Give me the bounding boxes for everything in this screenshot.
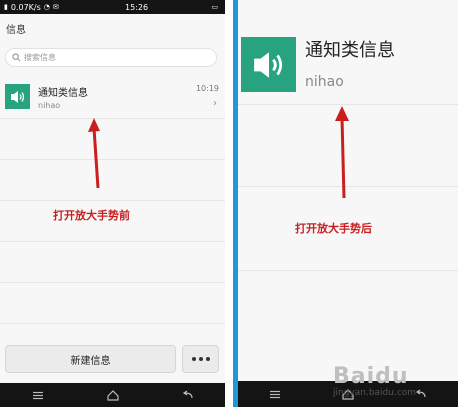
message-title: 通知类信息 (305, 40, 395, 61)
list-row-empty (0, 242, 225, 283)
status-bar: ▮ 0.07K/s ◔ ✉ 15:26 ▭ (0, 0, 225, 14)
search-placeholder: 搜索信息 (24, 53, 56, 62)
message-preview: nihao (305, 74, 344, 90)
network-speed: 0.07K/s (10, 2, 41, 12)
list-row-empty (0, 283, 225, 324)
annotation-caption: 打开放大手势前 (53, 209, 130, 222)
search-icon (12, 53, 21, 62)
page-title: 信息 (6, 24, 26, 36)
wifi-icon: ◔ (43, 3, 50, 11)
message-list: 通知类信息 nihao 10:19 › (0, 76, 225, 324)
message-title: 通知类信息 (38, 88, 88, 99)
more-dots-icon[interactable] (182, 345, 219, 373)
message-item-zoomed[interactable]: 通知类信息 nihao (238, 0, 458, 105)
watermark-url: jingyan.baidu.com (333, 388, 417, 398)
message-item[interactable]: 通知类信息 nihao 10:19 › (0, 76, 225, 119)
speaker-icon (5, 84, 30, 109)
bottom-actions: 新建信息 (5, 345, 219, 373)
zoomed-view: 通知类信息 nihao 打开放大手势后 (238, 0, 458, 381)
back-icon[interactable] (415, 389, 427, 399)
annotation-caption: 打开放大手势后 (295, 222, 372, 235)
home-icon[interactable] (106, 389, 119, 401)
signal-icon: ▮ (4, 3, 8, 11)
annotation-arrow (88, 118, 100, 189)
mail-icon: ✉ (52, 3, 59, 11)
message-time: 10:19 (195, 84, 219, 93)
menu-icon[interactable] (32, 391, 44, 400)
chevron-right-icon: › (213, 98, 217, 109)
list-row-empty (0, 160, 225, 201)
divider (238, 270, 458, 271)
watermark-logo: Baidu (333, 364, 409, 389)
status-time: 15:26 (125, 2, 149, 12)
before-screenshot: ▮ 0.07K/s ◔ ✉ 15:26 ▭ 信息 搜索信息 通知类信息 niha… (0, 0, 225, 407)
annotation-arrow (335, 106, 349, 199)
after-screenshot: 通知类信息 nihao 打开放大手势后 Baidu jingyan.baidu.… (233, 0, 458, 407)
list-row-empty (0, 119, 225, 160)
speaker-icon (241, 37, 296, 92)
search-input[interactable]: 搜索信息 (5, 48, 217, 67)
battery-icon: ▭ (211, 3, 218, 11)
message-preview: nihao (38, 101, 61, 110)
nav-bar (0, 383, 225, 407)
menu-icon[interactable] (269, 390, 281, 399)
back-icon[interactable] (182, 390, 194, 400)
new-message-button[interactable]: 新建信息 (5, 345, 176, 373)
